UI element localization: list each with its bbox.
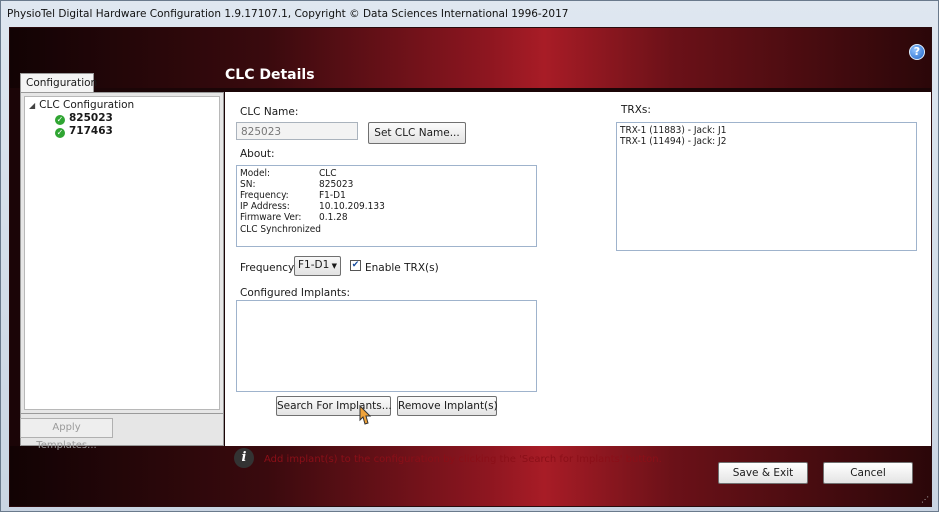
details-panel: CLC Name: 825023 Set CLC Name... About: … [225, 92, 931, 446]
main-frame: ? Configuration ◢ CLC Configuration ✓ 8250… [9, 27, 932, 507]
about-value: 825023 [319, 179, 354, 190]
about-key: SN: [240, 179, 256, 190]
page-title: CLC Details [225, 67, 315, 83]
about-value: 0.1.28 [319, 212, 348, 223]
frequency-select[interactable]: F1-D1 ▼ [294, 256, 341, 276]
check-circle-icon: ✓ [55, 115, 65, 125]
remove-implants-button[interactable]: Remove Implant(s) [397, 396, 498, 416]
enable-trx-label: Enable TRX(s) [365, 262, 439, 274]
check-circle-icon: ✓ [55, 128, 65, 138]
tree-item-825023[interactable]: ✓ 825023 [55, 112, 113, 125]
tree-item-label: 717463 [69, 125, 113, 137]
trxs-label: TRXs: [621, 104, 651, 116]
about-key: Frequency: [240, 190, 289, 201]
chevron-down-icon: ▼ [331, 262, 337, 270]
save-exit-button[interactable]: Save & Exit [718, 462, 808, 484]
mouse-pointer-icon [359, 404, 372, 425]
tree-item-717463[interactable]: ✓ 717463 [55, 125, 113, 138]
info-icon: i [234, 448, 254, 468]
enable-trx-checkbox[interactable]: ✔ [350, 260, 361, 271]
window-title: PhysioTel Digital Hardware Configuration… [7, 8, 569, 20]
about-value: F1-D1 [319, 190, 346, 201]
apply-templates-button[interactable]: Apply Templates... [20, 418, 113, 451]
cancel-button[interactable]: Cancel [823, 462, 913, 484]
frequency-label: Frequency: [240, 262, 298, 274]
about-key: Model: [240, 168, 271, 179]
search-implants-button[interactable]: Search For Implants... [276, 396, 392, 416]
about-value: CLC [319, 168, 337, 179]
trxs-list[interactable]: TRX-1 (11883) - Jack: J1 TRX-1 (11494) -… [616, 122, 917, 251]
sidebar: ◢ CLC Configuration ✓ 825023 ✓ 717463 [20, 92, 224, 414]
about-key: CLC Synchronized [240, 224, 321, 235]
about-box: Model: CLC SN: 825023 Frequency: F1-D1 I… [236, 165, 537, 247]
expand-arrow-icon[interactable]: ◢ [29, 101, 35, 110]
hint-text: Add implant(s) to the configuration by c… [264, 454, 662, 465]
about-label: About: [240, 148, 275, 160]
configured-implants-list[interactable] [236, 300, 537, 392]
tab-configuration[interactable]: Configuration [20, 73, 97, 93]
set-clc-name-button[interactable]: Set CLC Name... [368, 122, 466, 144]
clc-name-label: CLC Name: [240, 106, 299, 118]
configuration-tree[interactable]: ◢ CLC Configuration ✓ 825023 ✓ 717463 [24, 96, 220, 410]
about-key: IP Address: [240, 201, 290, 212]
frequency-value: F1-D1 [298, 259, 330, 271]
tree-root-label: CLC Configuration [39, 99, 135, 111]
configured-implants-label: Configured Implants: [240, 287, 351, 299]
tree-root-clc-configuration[interactable]: ◢ CLC Configuration [29, 99, 134, 111]
tree-item-label: 825023 [69, 112, 113, 124]
help-icon[interactable]: ? [909, 44, 925, 60]
trx-item[interactable]: TRX-1 (11883) - Jack: J1 [620, 125, 726, 136]
trx-item[interactable]: TRX-1 (11494) - Jack: J2 [620, 136, 726, 147]
clc-name-field[interactable]: 825023 [236, 122, 358, 140]
about-key: Firmware Ver: [240, 212, 302, 223]
about-value: 10.10.209.133 [319, 201, 385, 212]
resize-grip-icon[interactable]: ⋰ [921, 495, 929, 504]
app-window: PhysioTel Digital Hardware Configuration… [0, 0, 939, 512]
header-banner [10, 28, 931, 88]
